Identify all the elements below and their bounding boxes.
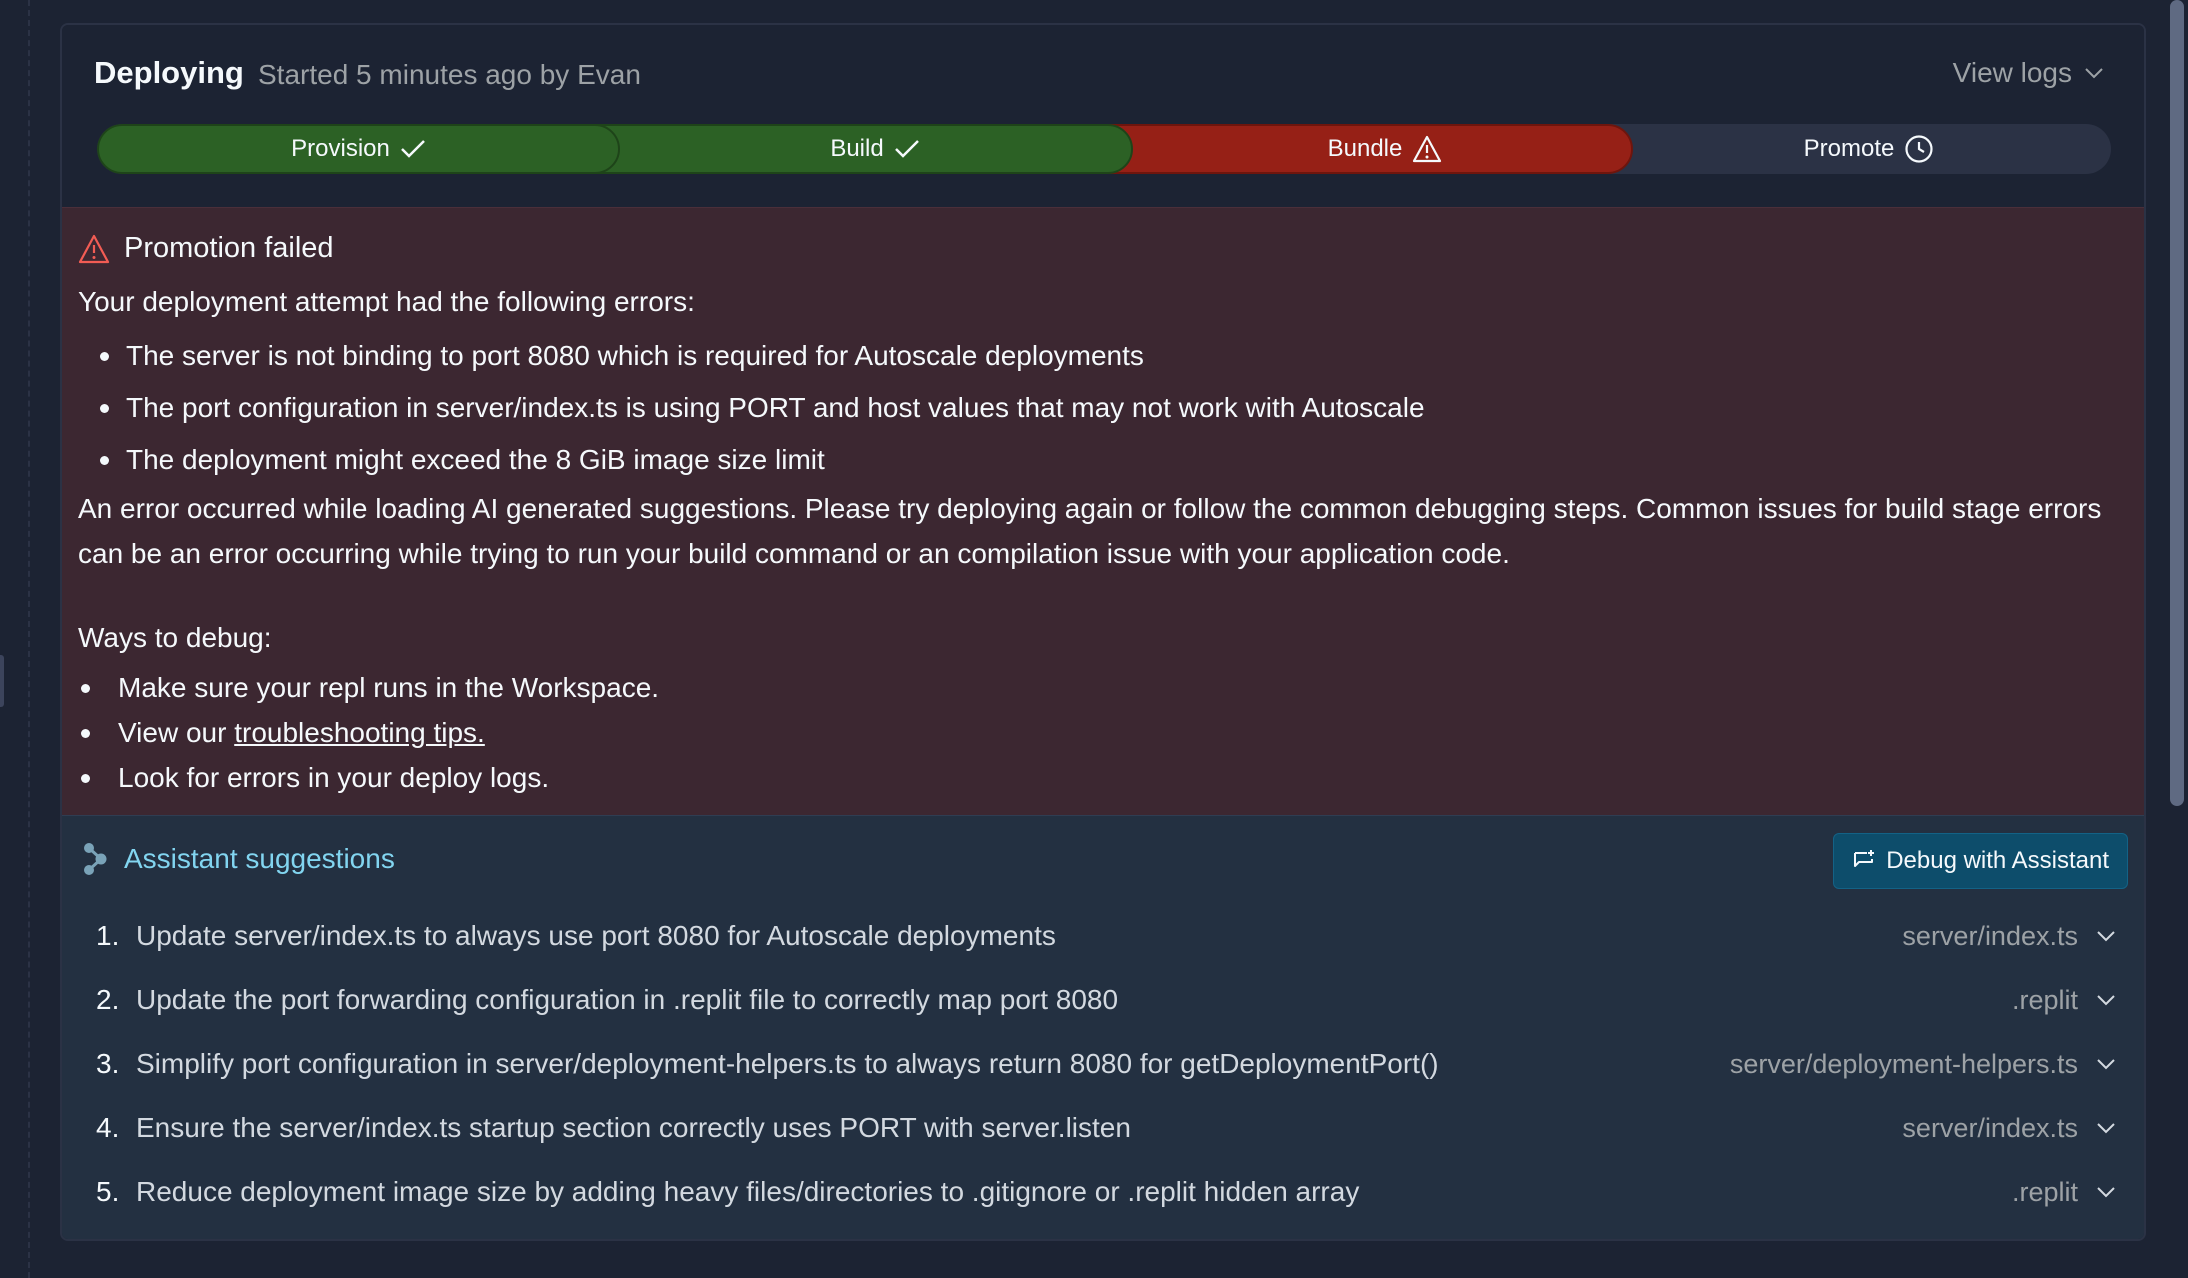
ways-item-prefix: View our <box>118 717 235 748</box>
error-item: The port configuration in server/index.t… <box>78 388 1425 440</box>
suggestion-item[interactable]: 2. Update the port forwarding configurat… <box>96 968 2116 1032</box>
ways-to-debug-title: Ways to debug: <box>78 622 272 653</box>
scrollbar-thumb[interactable] <box>2170 0 2184 806</box>
step-label: Bundle <box>1327 135 1403 162</box>
clock-icon <box>1905 135 1933 163</box>
suggestion-text: Update the port forwarding configuration… <box>136 984 1119 1015</box>
chevron-down-icon <box>2097 995 2115 1006</box>
error-panel: Promotion failed Your deployment attempt… <box>62 207 2144 815</box>
error-intro: Your deployment attempt had the followin… <box>78 286 695 317</box>
suggestion-file-toggle[interactable]: server/index.ts <box>1902 1113 2116 1144</box>
suggestion-number: 2. <box>96 984 120 1015</box>
suggestion-number: 4. <box>96 1112 120 1143</box>
error-heading: Promotion failed <box>78 232 334 265</box>
suggestion-file: .replit <box>2011 1176 2078 1207</box>
ways-item: Make sure your repl runs in the Workspac… <box>78 668 659 713</box>
deployment-header: Deploying Started 5 minutes ago by Evan … <box>62 25 2144 207</box>
chevron-down-icon <box>2097 1187 2115 1198</box>
suggestion-file: server/deployment-helpers.ts <box>1729 1048 2078 1079</box>
suggestion-text: Reduce deployment image size by adding h… <box>136 1176 1360 1207</box>
error-item: The server is not binding to port 8080 w… <box>78 336 1425 388</box>
suggestion-file-toggle[interactable]: .replit <box>2012 1177 2116 1208</box>
suggestion-file: server/index.ts <box>1902 920 2078 951</box>
suggestion-number: 3. <box>96 1048 120 1079</box>
deployment-stepper: Provision Build Bundle Promote <box>97 124 2111 174</box>
troubleshooting-tips-link[interactable]: troubleshooting tips. <box>234 717 485 748</box>
chevron-down-icon <box>2097 1123 2115 1134</box>
left-gutter <box>0 0 30 1278</box>
step-label: Build <box>830 135 884 162</box>
suggestion-file: .replit <box>2011 984 2078 1015</box>
chevron-down-icon <box>2097 931 2115 942</box>
step-promote[interactable]: Promote <box>1607 124 2111 174</box>
suggestion-item[interactable]: 3. Simplify port configuration in server… <box>96 1032 2116 1096</box>
error-item: The deployment might exceed the 8 GiB im… <box>78 440 1425 492</box>
suggestion-file-toggle[interactable]: server/deployment-helpers.ts <box>1730 1049 2116 1080</box>
suggestion-item[interactable]: 1. Update server/index.ts to always use … <box>96 904 2116 968</box>
ways-item: View our troubleshooting tips. <box>78 713 659 758</box>
suggestion-number: 5. <box>96 1176 120 1207</box>
error-title: Promotion failed <box>124 232 334 264</box>
debug-button-label: Debug with Assistant <box>1886 847 2109 874</box>
error-paragraph: An error occurred while loading AI gener… <box>78 493 2102 569</box>
warning-icon <box>1413 135 1442 163</box>
suggestion-list: 1. Update server/index.ts to always use … <box>96 904 2116 1224</box>
deployment-card: Deploying Started 5 minutes ago by Evan … <box>60 23 2146 1241</box>
step-provision[interactable]: Provision <box>97 124 620 174</box>
chat-plus-icon <box>1854 850 1875 867</box>
panel-resize-handle[interactable] <box>0 655 4 707</box>
assistant-icon <box>84 843 107 875</box>
assistant-title: Assistant suggestions <box>124 843 395 874</box>
chevron-down-icon <box>2085 68 2103 79</box>
debug-with-assistant-button[interactable]: Debug with Assistant <box>1833 833 2128 889</box>
assistant-heading: Assistant suggestions <box>82 842 395 876</box>
suggestion-file: server/index.ts <box>1902 1112 2078 1143</box>
check-icon <box>400 140 425 158</box>
suggestion-item[interactable]: 4. Ensure the server/index.ts startup se… <box>96 1096 2116 1160</box>
suggestion-file-toggle[interactable]: server/index.ts <box>1902 921 2116 952</box>
suggestion-file-toggle[interactable]: .replit <box>2012 985 2116 1016</box>
chevron-down-icon <box>2097 1059 2115 1070</box>
suggestion-number: 1. <box>96 920 120 951</box>
ways-to-debug-list: Make sure your repl runs in the Workspac… <box>78 668 659 803</box>
suggestion-text: Ensure the server/index.ts startup secti… <box>136 1112 1131 1143</box>
deployment-subtitle: Started 5 minutes ago by Evan <box>258 59 641 90</box>
warning-icon <box>78 234 110 263</box>
step-build[interactable]: Build <box>587 124 1133 174</box>
step-bundle[interactable]: Bundle <box>1097 124 1633 174</box>
assistant-panel: Assistant suggestions Debug with Assista… <box>62 815 2144 1239</box>
error-list: The server is not binding to port 8080 w… <box>78 336 1425 492</box>
check-icon <box>894 140 919 158</box>
step-label: Promote <box>1803 135 1895 162</box>
suggestion-item[interactable]: 5. Reduce deployment image size by addin… <box>96 1160 2116 1224</box>
suggestion-text: Update server/index.ts to always use por… <box>136 920 1056 951</box>
suggestion-text: Simplify port configuration in server/de… <box>136 1048 1439 1079</box>
step-label: Provision <box>291 135 390 162</box>
deployment-title: Deploying <box>94 55 244 90</box>
view-logs-label: View logs <box>1952 57 2072 88</box>
ways-item: Look for errors in your deploy logs. <box>78 758 659 803</box>
view-logs-button[interactable]: View logs <box>1953 57 2104 89</box>
